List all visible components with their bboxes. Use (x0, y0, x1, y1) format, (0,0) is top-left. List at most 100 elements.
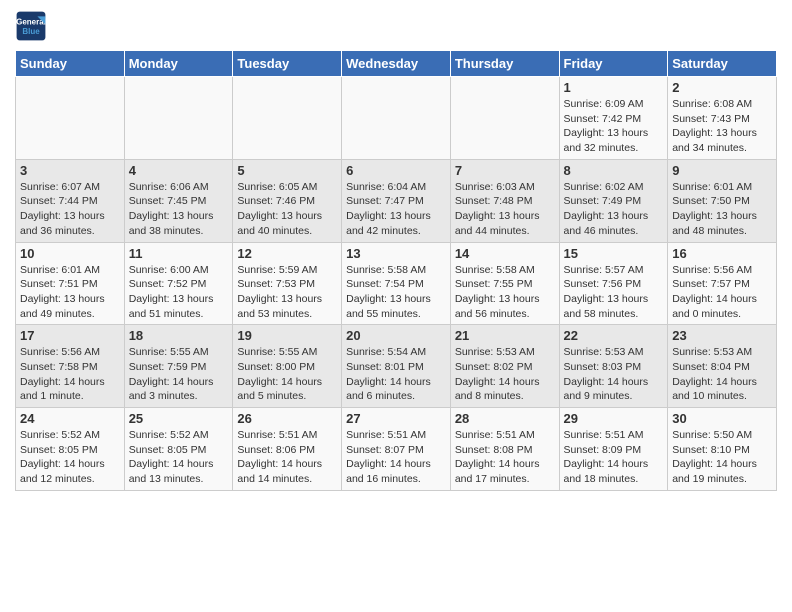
calendar-cell: 3 Sunrise: 6:07 AM Sunset: 7:44 PM Daylig… (16, 159, 125, 242)
day-info: Sunrise: 6:02 AM Sunset: 7:49 PM Dayligh… (564, 180, 664, 239)
day-info: Sunrise: 5:56 AM Sunset: 7:58 PM Dayligh… (20, 345, 120, 404)
calendar-cell: 14 Sunrise: 5:58 AM Sunset: 7:55 PM Dayli… (450, 242, 559, 325)
day-number: 13 (346, 246, 446, 261)
day-number: 1 (564, 80, 664, 95)
weekday-header: Sunday (16, 51, 125, 77)
day-number: 21 (455, 328, 555, 343)
day-number: 28 (455, 411, 555, 426)
calendar-cell: 5 Sunrise: 6:05 AM Sunset: 7:46 PM Daylig… (233, 159, 342, 242)
day-number: 23 (672, 328, 772, 343)
calendar-cell: 11 Sunrise: 6:00 AM Sunset: 7:52 PM Dayli… (124, 242, 233, 325)
day-info: Sunrise: 5:55 AM Sunset: 7:59 PM Dayligh… (129, 345, 229, 404)
weekday-header: Wednesday (342, 51, 451, 77)
calendar-cell (16, 77, 125, 160)
calendar-cell: 30 Sunrise: 5:50 AM Sunset: 8:10 PM Dayli… (668, 408, 777, 491)
day-number: 12 (237, 246, 337, 261)
day-number: 29 (564, 411, 664, 426)
day-info: Sunrise: 6:04 AM Sunset: 7:47 PM Dayligh… (346, 180, 446, 239)
day-info: Sunrise: 5:53 AM Sunset: 8:03 PM Dayligh… (564, 345, 664, 404)
calendar-cell: 7 Sunrise: 6:03 AM Sunset: 7:48 PM Daylig… (450, 159, 559, 242)
calendar-cell: 28Sunrise: 5:51 AM Sunset: 8:08 PM Dayli… (450, 408, 559, 491)
calendar-week-row: 10Sunrise: 6:01 AM Sunset: 7:51 PM Dayli… (16, 242, 777, 325)
calendar-cell: 4 Sunrise: 6:06 AM Sunset: 7:45 PM Daylig… (124, 159, 233, 242)
day-info: Sunrise: 5:51 AM Sunset: 8:09 PM Dayligh… (564, 428, 664, 487)
day-info: Sunrise: 5:58 AM Sunset: 7:55 PM Dayligh… (455, 263, 555, 322)
calendar-cell: 17 Sunrise: 5:56 AM Sunset: 7:58 PM Dayli… (16, 325, 125, 408)
calendar-cell: 20Sunrise: 5:54 AM Sunset: 8:01 PM Dayli… (342, 325, 451, 408)
day-number: 26 (237, 411, 337, 426)
calendar-cell: 27 Sunrise: 5:51 AM Sunset: 8:07 PM Dayli… (342, 408, 451, 491)
weekday-header: Friday (559, 51, 668, 77)
calendar-cell: 29 Sunrise: 5:51 AM Sunset: 8:09 PM Dayli… (559, 408, 668, 491)
day-number: 19 (237, 328, 337, 343)
day-info: Sunrise: 6:01 AM Sunset: 7:50 PM Dayligh… (672, 180, 772, 239)
day-info: Sunrise: 5:55 AM Sunset: 8:00 PM Dayligh… (237, 345, 337, 404)
day-info: Sunrise: 6:08 AM Sunset: 7:43 PM Dayligh… (672, 97, 772, 156)
day-number: 14 (455, 246, 555, 261)
calendar-cell: 24 Sunrise: 5:52 AM Sunset: 8:05 PM Dayli… (16, 408, 125, 491)
day-number: 3 (20, 163, 120, 178)
day-info: Sunrise: 6:05 AM Sunset: 7:46 PM Dayligh… (237, 180, 337, 239)
day-number: 24 (20, 411, 120, 426)
day-info: Sunrise: 6:06 AM Sunset: 7:45 PM Dayligh… (129, 180, 229, 239)
day-info: Sunrise: 6:09 AM Sunset: 7:42 PM Dayligh… (564, 97, 664, 156)
weekday-header-row: SundayMondayTuesdayWednesdayThursdayFrid… (16, 51, 777, 77)
day-info: Sunrise: 6:00 AM Sunset: 7:52 PM Dayligh… (129, 263, 229, 322)
calendar-cell (342, 77, 451, 160)
day-number: 2 (672, 80, 772, 95)
day-number: 17 (20, 328, 120, 343)
calendar-cell: 26 Sunrise: 5:51 AM Sunset: 8:06 PM Dayli… (233, 408, 342, 491)
calendar-cell: 19 Sunrise: 5:55 AM Sunset: 8:00 PM Dayli… (233, 325, 342, 408)
day-info: Sunrise: 5:51 AM Sunset: 8:06 PM Dayligh… (237, 428, 337, 487)
svg-text:Blue: Blue (22, 27, 40, 36)
weekday-header: Thursday (450, 51, 559, 77)
day-number: 16 (672, 246, 772, 261)
day-number: 25 (129, 411, 229, 426)
calendar-week-row: 24 Sunrise: 5:52 AM Sunset: 8:05 PM Dayli… (16, 408, 777, 491)
weekday-header: Tuesday (233, 51, 342, 77)
day-info: Sunrise: 6:07 AM Sunset: 7:44 PM Dayligh… (20, 180, 120, 239)
calendar-cell: 10Sunrise: 6:01 AM Sunset: 7:51 PM Dayli… (16, 242, 125, 325)
day-number: 30 (672, 411, 772, 426)
page: General Blue SundayMondayTuesdayWednesda… (0, 0, 792, 506)
day-number: 15 (564, 246, 664, 261)
calendar-week-row: 17 Sunrise: 5:56 AM Sunset: 7:58 PM Dayli… (16, 325, 777, 408)
calendar-cell (233, 77, 342, 160)
calendar-cell: 22 Sunrise: 5:53 AM Sunset: 8:03 PM Dayli… (559, 325, 668, 408)
day-info: Sunrise: 6:03 AM Sunset: 7:48 PM Dayligh… (455, 180, 555, 239)
calendar-cell (124, 77, 233, 160)
day-info: Sunrise: 5:51 AM Sunset: 8:07 PM Dayligh… (346, 428, 446, 487)
weekday-header: Saturday (668, 51, 777, 77)
day-info: Sunrise: 5:52 AM Sunset: 8:05 PM Dayligh… (129, 428, 229, 487)
day-number: 4 (129, 163, 229, 178)
calendar-cell: 1 Sunrise: 6:09 AM Sunset: 7:42 PM Daylig… (559, 77, 668, 160)
calendar-cell (450, 77, 559, 160)
calendar-cell: 13 Sunrise: 5:58 AM Sunset: 7:54 PM Dayli… (342, 242, 451, 325)
calendar-cell: 8 Sunrise: 6:02 AM Sunset: 7:49 PM Daylig… (559, 159, 668, 242)
calendar-cell: 23 Sunrise: 5:53 AM Sunset: 8:04 PM Dayli… (668, 325, 777, 408)
day-info: Sunrise: 5:50 AM Sunset: 8:10 PM Dayligh… (672, 428, 772, 487)
day-number: 5 (237, 163, 337, 178)
day-number: 11 (129, 246, 229, 261)
day-number: 22 (564, 328, 664, 343)
calendar-cell: 21 Sunrise: 5:53 AM Sunset: 8:02 PM Dayli… (450, 325, 559, 408)
day-info: Sunrise: 5:54 AM Sunset: 8:01 PM Dayligh… (346, 345, 446, 404)
day-number: 7 (455, 163, 555, 178)
logo: General Blue (15, 10, 51, 42)
calendar-week-row: 3 Sunrise: 6:07 AM Sunset: 7:44 PM Daylig… (16, 159, 777, 242)
day-number: 27 (346, 411, 446, 426)
calendar-cell: 16Sunrise: 5:56 AM Sunset: 7:57 PM Dayli… (668, 242, 777, 325)
day-info: Sunrise: 5:59 AM Sunset: 7:53 PM Dayligh… (237, 263, 337, 322)
day-info: Sunrise: 5:52 AM Sunset: 8:05 PM Dayligh… (20, 428, 120, 487)
day-info: Sunrise: 5:58 AM Sunset: 7:54 PM Dayligh… (346, 263, 446, 322)
day-info: Sunrise: 5:53 AM Sunset: 8:02 PM Dayligh… (455, 345, 555, 404)
day-info: Sunrise: 5:57 AM Sunset: 7:56 PM Dayligh… (564, 263, 664, 322)
day-number: 6 (346, 163, 446, 178)
weekday-header: Monday (124, 51, 233, 77)
calendar-cell: 12 Sunrise: 5:59 AM Sunset: 7:53 PM Dayli… (233, 242, 342, 325)
calendar-cell: 25 Sunrise: 5:52 AM Sunset: 8:05 PM Dayli… (124, 408, 233, 491)
day-info: Sunrise: 6:01 AM Sunset: 7:51 PM Dayligh… (20, 263, 120, 322)
day-number: 8 (564, 163, 664, 178)
calendar-cell: 15 Sunrise: 5:57 AM Sunset: 7:56 PM Dayli… (559, 242, 668, 325)
day-info: Sunrise: 5:53 AM Sunset: 8:04 PM Dayligh… (672, 345, 772, 404)
